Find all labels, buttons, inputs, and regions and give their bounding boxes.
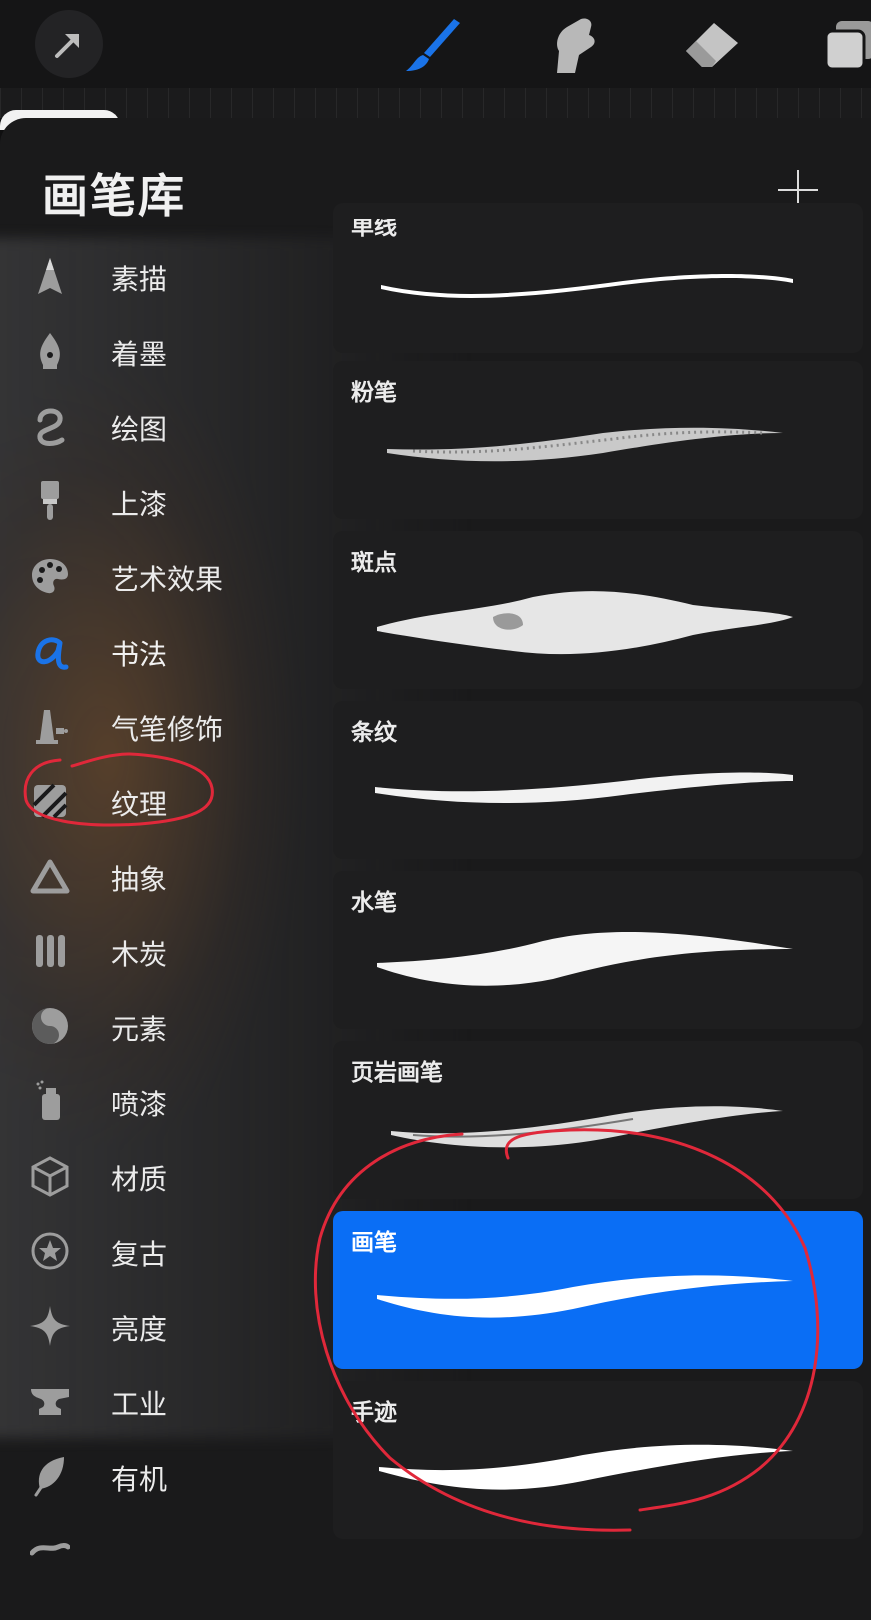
pencil-tip-icon: [28, 254, 72, 298]
triangle-icon: [28, 854, 72, 898]
category-label: 复古: [111, 1238, 168, 1271]
layers-icon: [824, 21, 871, 71]
modify-arrow-button[interactable]: [35, 10, 103, 78]
annotation-circle: [23, 752, 214, 827]
paint-brush-icon: [28, 479, 72, 523]
category-item[interactable]: 喷漆: [0, 1065, 320, 1135]
category-label: 亮度: [111, 1313, 168, 1346]
annotation-ellipse: [313, 1128, 820, 1532]
category-label: 材质: [111, 1163, 168, 1196]
palette-icon: [28, 554, 72, 598]
brush-name: 条纹: [351, 720, 397, 746]
brush-item[interactable]: 单线: [333, 203, 863, 353]
brush-name: 斑点: [351, 550, 397, 576]
pen-nib-icon: [28, 329, 72, 373]
category-label: 抽象: [111, 863, 168, 896]
layers-tool-button[interactable]: [815, 10, 871, 80]
category-item[interactable]: 元素: [0, 990, 320, 1060]
brush-name: 单线: [351, 214, 397, 240]
category-item[interactable]: 工业: [0, 1365, 320, 1435]
category-item-partial[interactable]: [0, 1513, 320, 1583]
category-item[interactable]: 上漆: [0, 465, 320, 535]
category-list[interactable]: 素描 着墨 绘图 上漆 艺术效果 书法 气笔修饰 纹理 抽象 木炭 元素 喷漆 …: [0, 118, 330, 1620]
category-item[interactable]: 艺术效果: [0, 540, 320, 610]
category-label: 喷漆: [111, 1088, 168, 1121]
star-circle-icon: [28, 1229, 72, 1273]
category-label: 素描: [111, 263, 168, 296]
brush-name: 页岩画笔: [351, 1060, 443, 1086]
category-item[interactable]: 木炭: [0, 915, 320, 985]
smudge-finger-icon: [557, 18, 595, 73]
category-item[interactable]: 绘图: [0, 390, 320, 460]
top-toolbar: [0, 0, 871, 88]
calligraphy-a-icon: [28, 629, 72, 673]
brush-name: 水笔: [351, 890, 397, 916]
brush-name: 粉笔: [351, 380, 397, 406]
yin-yang-icon: [28, 1004, 72, 1048]
category-label: 气笔修饰: [111, 713, 224, 746]
category-label: 上漆: [111, 488, 168, 521]
category-label: 木炭: [111, 938, 168, 971]
category-item[interactable]: 有机: [0, 1440, 320, 1510]
brush-library-panel: 画笔库 素描 着墨 绘图 上漆 艺术效果 书法 气笔修饰 纹理 抽象 木炭 元素…: [0, 118, 871, 1620]
category-label: 绘图: [111, 413, 168, 446]
category-item[interactable]: 亮度: [0, 1290, 320, 1360]
category-label: 元素: [111, 1013, 168, 1046]
anvil-icon: [28, 1379, 72, 1423]
category-item[interactable]: 着墨: [0, 315, 320, 385]
brush-stroke-preview: [381, 274, 793, 298]
category-item[interactable]: 素描: [0, 240, 320, 310]
brush-stroke-preview: [377, 591, 793, 655]
eraser-tool-button[interactable]: [677, 10, 747, 80]
brush-tool-button[interactable]: [397, 10, 467, 80]
arrow-icon: [55, 34, 79, 58]
brush-item[interactable]: 水笔: [333, 871, 863, 1029]
eraser-icon: [686, 23, 738, 67]
brush-stroke-preview: [375, 772, 793, 804]
category-label: 书法: [111, 638, 168, 671]
sparkle-icon: [28, 1304, 72, 1348]
category-item[interactable]: 抽象: [0, 840, 320, 910]
category-label: 有机: [111, 1463, 168, 1496]
smudge-tool-button[interactable]: [538, 10, 608, 80]
paintbrush-icon: [406, 19, 460, 71]
cube-icon: [28, 1154, 72, 1198]
brush-item[interactable]: 条纹: [333, 701, 863, 859]
spray-can-icon: [28, 1079, 72, 1123]
brush-item[interactable]: 斑点: [333, 531, 863, 689]
squiggle-icon: [28, 404, 72, 448]
category-label: 工业: [111, 1388, 168, 1421]
brush-stroke-preview: [387, 427, 783, 462]
wave-icon: [28, 1527, 72, 1571]
category-item[interactable]: 复古: [0, 1215, 320, 1285]
brush-stroke-preview: [377, 931, 793, 986]
leaf-icon: [28, 1454, 72, 1498]
category-label: 艺术效果: [111, 563, 224, 596]
category-item[interactable]: 材质: [0, 1140, 320, 1210]
category-label: 着墨: [111, 338, 168, 371]
brush-item[interactable]: 粉笔: [333, 361, 863, 519]
canvas-background: [0, 88, 871, 118]
category-item-active[interactable]: 书法: [0, 615, 320, 685]
airbrush-icon: [28, 704, 72, 748]
charcoal-sticks-icon: [28, 929, 72, 973]
